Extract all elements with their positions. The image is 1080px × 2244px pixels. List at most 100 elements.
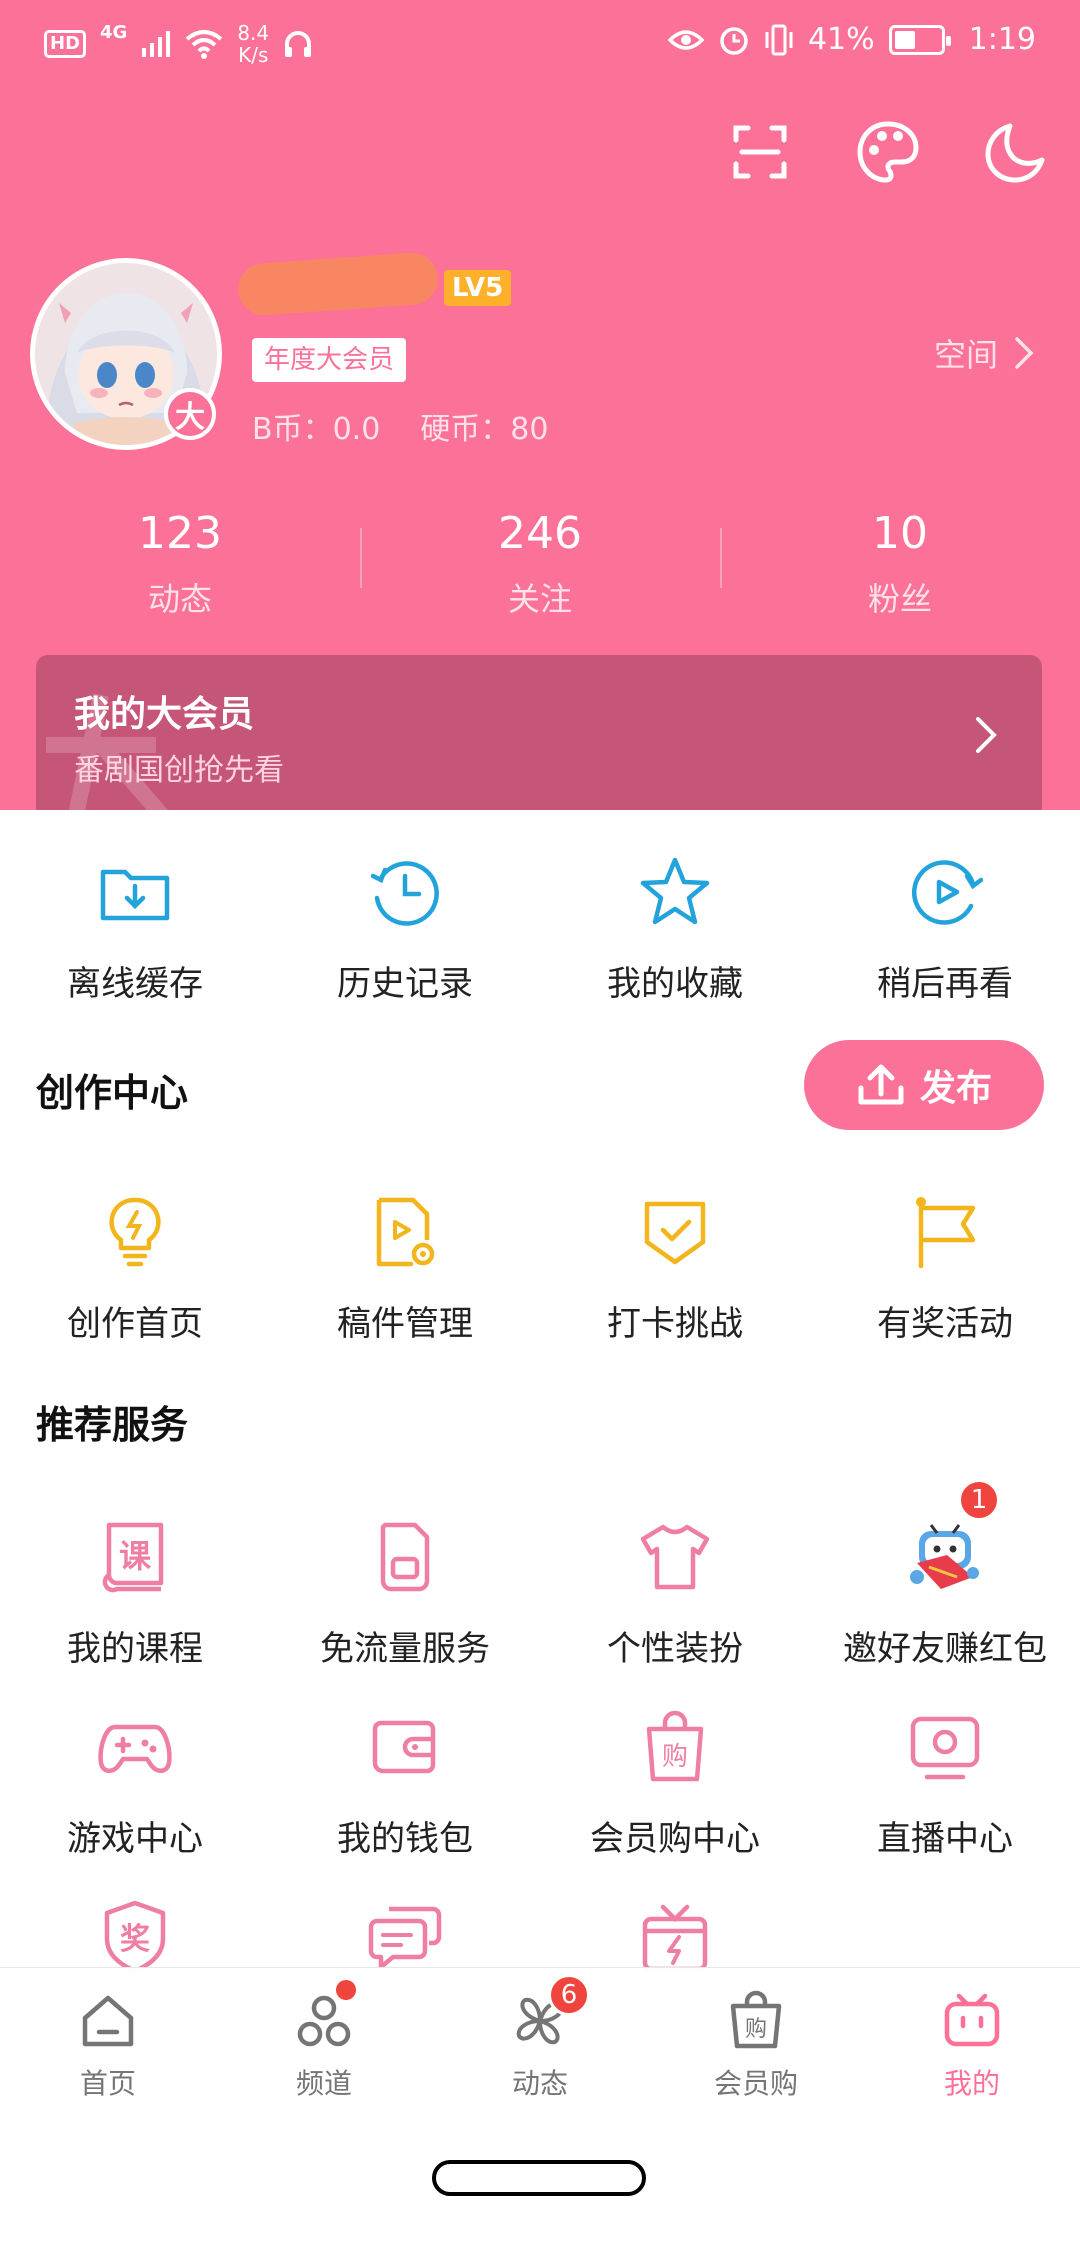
- course-book-icon: 课: [102, 1522, 164, 1593]
- service-label: 我的钱包: [337, 1819, 473, 1859]
- award-service-button[interactable]: 奖: [0, 1885, 270, 1975]
- night-mode-icon[interactable]: [982, 118, 1050, 186]
- quick-action-label: 离线缓存: [67, 964, 203, 1004]
- bottom-tab-bar: 首页 频道 动态 6 购 会员购 我的: [0, 1967, 1080, 2117]
- creation-item-label: 创作首页: [67, 1304, 203, 1344]
- quick-action-label: 历史记录: [337, 964, 473, 1004]
- manuscript-icon: [376, 1197, 435, 1267]
- member-shop-button[interactable]: 购 会员购中心: [540, 1695, 810, 1860]
- manuscript-manage-button[interactable]: 稿件管理: [270, 1180, 540, 1345]
- level-badge: LV5: [444, 270, 512, 306]
- invite-badge: 1: [958, 1479, 1000, 1521]
- checkin-shield-icon: [644, 1201, 706, 1265]
- award-shield-icon: 奖: [104, 1900, 166, 1974]
- live-center-button[interactable]: 直播中心: [810, 1695, 1080, 1860]
- status-bar: HD 4G 8.4 K/s 41% 1:19: [0, 18, 1080, 68]
- favorites-button[interactable]: 我的收藏: [540, 840, 810, 1005]
- free-data-button[interactable]: 免流量服务: [270, 1505, 540, 1670]
- shopping-bag-icon: 购: [646, 1710, 704, 1782]
- service-label: 我的课程: [67, 1629, 203, 1669]
- offline-cache-button[interactable]: 离线缓存: [0, 840, 270, 1005]
- offline-cache-icon: [100, 869, 170, 921]
- services-row-3: 奖: [0, 1885, 1080, 1975]
- services-row-2: 游戏中心 我的钱包 购 会员购中心 直播中心: [0, 1695, 1080, 1860]
- stats-row: 123 动态 246 关注 10 粉丝: [0, 508, 1080, 620]
- game-center-button[interactable]: 游戏中心: [0, 1695, 270, 1860]
- shop-bag-icon: 购: [730, 1990, 782, 2049]
- my-courses-button[interactable]: 课 我的课程: [0, 1505, 270, 1670]
- network-label: 4G: [100, 22, 128, 43]
- my-wallet-button[interactable]: 我的钱包: [270, 1695, 540, 1860]
- live-tv-icon: [910, 1716, 980, 1780]
- shop-glyph: 购: [662, 1742, 688, 1772]
- creation-item-label: 稿件管理: [337, 1304, 473, 1344]
- invite-friends-button[interactable]: 邀好友赚红包 1: [810, 1479, 1080, 1670]
- b-coin-balance: B币：0.0: [252, 412, 381, 447]
- red-packet-mascot-icon: [910, 1524, 979, 1589]
- alarm-icon: [720, 26, 748, 55]
- vip-card-subtitle: 番剧国创抢先看: [74, 753, 284, 788]
- home-indicator[interactable]: [432, 2160, 646, 2196]
- tab-channel[interactable]: 频道: [216, 1968, 432, 2117]
- watch-later-icon: [911, 860, 983, 925]
- vip-avatar-badge: 大: [164, 388, 216, 440]
- gift-service-button[interactable]: [540, 1885, 810, 1975]
- flag-icon: [916, 1197, 976, 1269]
- creation-home-button[interactable]: 创作首页: [0, 1180, 270, 1345]
- tab-mine[interactable]: 我的: [864, 1968, 1080, 2117]
- clock: 1:19: [968, 22, 1036, 57]
- tshirt-icon: [640, 1524, 710, 1590]
- star-icon: [640, 857, 710, 925]
- stat-value: 123: [138, 508, 222, 559]
- reward-events-button[interactable]: 有奖活动: [810, 1180, 1080, 1345]
- stat-following[interactable]: 246 关注: [360, 508, 720, 620]
- space-link-label: 空间: [933, 336, 998, 374]
- hd-icon: HD: [44, 30, 87, 58]
- tab-label: 动态: [511, 2067, 568, 2100]
- chevron-right-icon: [976, 717, 997, 753]
- service-label: 会员购中心: [590, 1819, 760, 1859]
- tab-dynamics[interactable]: 动态 6: [432, 1968, 648, 2117]
- watch-later-button[interactable]: 稍后再看: [810, 840, 1080, 1005]
- network-speed: 8.4 K/s: [237, 21, 270, 67]
- dynamics-count-badge: 6: [548, 1974, 590, 2016]
- tab-home[interactable]: 首页: [0, 1968, 216, 2117]
- service-label: 个性装扮: [607, 1629, 743, 1669]
- history-button[interactable]: 历史记录: [270, 840, 540, 1005]
- creation-items: 创作首页 稿件管理 打卡挑战 有奖活动: [0, 1180, 1080, 1345]
- scan-icon[interactable]: [726, 118, 794, 186]
- course-glyph: 课: [119, 1537, 152, 1575]
- vip-membership-card[interactable]: 我的大会员 番剧国创抢先看: [36, 655, 1042, 820]
- stat-label: 粉丝: [867, 580, 932, 618]
- coin-balance: B币：0.0 硬币：80: [252, 404, 548, 448]
- lightbulb-icon: [109, 1197, 161, 1267]
- headset-icon: [285, 31, 312, 57]
- channel-notify-dot: [336, 1980, 356, 2000]
- shop-tab-glyph: 购: [745, 2017, 767, 2042]
- creation-item-label: 打卡挑战: [607, 1304, 743, 1344]
- history-icon: [370, 861, 439, 926]
- personal-theme-button[interactable]: 个性装扮: [540, 1505, 810, 1670]
- tab-label: 我的: [943, 2067, 1000, 2100]
- service-label: 邀好友赚红包: [843, 1629, 1047, 1669]
- signal-icon: [142, 31, 171, 57]
- palette-icon[interactable]: [854, 118, 922, 186]
- tab-label: 会员购: [713, 2067, 798, 2100]
- quick-actions: 离线缓存 历史记录 我的收藏 稍后再看: [0, 840, 1080, 1005]
- creation-item-label: 有奖活动: [877, 1304, 1013, 1344]
- checkin-challenge-button[interactable]: 打卡挑战: [540, 1180, 810, 1345]
- stat-followers[interactable]: 10 粉丝: [720, 508, 1080, 620]
- quick-action-label: 稍后再看: [877, 964, 1013, 1004]
- feedback-service-button[interactable]: [270, 1885, 540, 1975]
- vibrate-icon: [765, 24, 793, 55]
- battery-percent: 41%: [807, 22, 875, 57]
- stat-dynamics[interactable]: 123 动态: [0, 508, 360, 620]
- tab-label: 频道: [295, 2067, 352, 2100]
- service-label: 游戏中心: [67, 1819, 203, 1859]
- space-link[interactable]: 空间: [934, 330, 1034, 376]
- gamepad-icon: [98, 1724, 172, 1773]
- tab-member-shop[interactable]: 购 会员购: [648, 1968, 864, 2117]
- service-label: 直播中心: [877, 1819, 1013, 1859]
- publish-button[interactable]: 发布: [804, 1040, 1044, 1130]
- vip-type-badge[interactable]: 年度大会员: [252, 338, 407, 382]
